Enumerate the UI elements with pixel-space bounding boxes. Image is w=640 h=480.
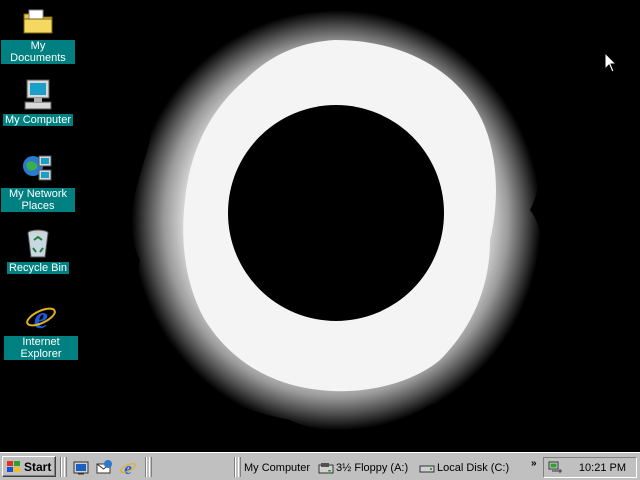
clock[interactable]: 10:21 PM bbox=[579, 462, 626, 474]
mouse-pointer-icon bbox=[604, 52, 618, 73]
taskbar: Start e My Computer 3½ Floppy (A:) Local… bbox=[0, 452, 640, 480]
taskbar-separator bbox=[145, 457, 147, 477]
toolbar-chevron-button[interactable]: » bbox=[531, 458, 537, 469]
internet-explorer-icon[interactable]: e bbox=[119, 459, 137, 477]
address-toolbar-grip[interactable] bbox=[238, 457, 241, 477]
quick-launch-grip[interactable] bbox=[64, 457, 67, 477]
taskbar-separator bbox=[234, 457, 236, 477]
start-label: Start bbox=[24, 459, 52, 474]
computer-icon bbox=[24, 79, 52, 110]
desktop-icon-label: My Documents bbox=[1, 40, 75, 64]
toolbar-item-my-computer[interactable]: My Computer bbox=[244, 459, 310, 477]
taskbar-separator bbox=[60, 457, 62, 477]
windows-logo-icon bbox=[7, 460, 20, 472]
desktop-icon-my-computer[interactable]: My Computer bbox=[0, 78, 76, 126]
desktop-icon-recycle-bin[interactable]: Recycle Bin bbox=[0, 226, 76, 274]
show-desktop-icon[interactable] bbox=[72, 459, 90, 477]
desktop-icon-my-network-places[interactable]: My Network Places bbox=[0, 152, 76, 212]
system-tray: 10:21 PM bbox=[543, 457, 637, 478]
floppy-icon bbox=[318, 463, 334, 474]
network-connection-icon[interactable] bbox=[548, 460, 564, 475]
folder-icon bbox=[23, 9, 53, 34]
toolbar-item-label: Local Disk (C:) bbox=[437, 462, 510, 474]
svg-text:e: e bbox=[34, 300, 48, 334]
hard-disk-icon bbox=[419, 465, 435, 473]
toolbar-item-floppy[interactable]: 3½ Floppy (A:) bbox=[318, 459, 408, 477]
desktop-icon-label: My Computer bbox=[2, 114, 74, 126]
task-area-grip[interactable] bbox=[149, 457, 152, 477]
desktop-icon-label: Recycle Bin bbox=[6, 262, 70, 274]
toolbar-item-local-disk[interactable]: Local Disk (C:) bbox=[419, 459, 509, 477]
recycle-bin-icon bbox=[27, 229, 49, 258]
desktop-icon-my-documents[interactable]: My Documents bbox=[0, 4, 76, 64]
desktop-icon-label: Internet Explorer bbox=[4, 336, 78, 360]
toolbar-item-label: 3½ Floppy (A:) bbox=[336, 462, 409, 474]
svg-text:e: e bbox=[124, 459, 132, 477]
network-icon bbox=[23, 155, 52, 181]
internet-explorer-icon: e bbox=[26, 300, 56, 334]
desktop: My Documents My Computer My Network Plac… bbox=[0, 0, 640, 452]
desktop-icon-internet-explorer[interactable]: e Internet Explorer bbox=[3, 300, 79, 360]
desktop-icon-label: My Network Places bbox=[1, 188, 75, 212]
start-button[interactable]: Start bbox=[2, 456, 56, 477]
toolbar-item-label: My Computer bbox=[244, 462, 311, 474]
eclipse-wallpaper bbox=[131, 9, 542, 431]
outlook-express-icon[interactable] bbox=[95, 459, 113, 477]
